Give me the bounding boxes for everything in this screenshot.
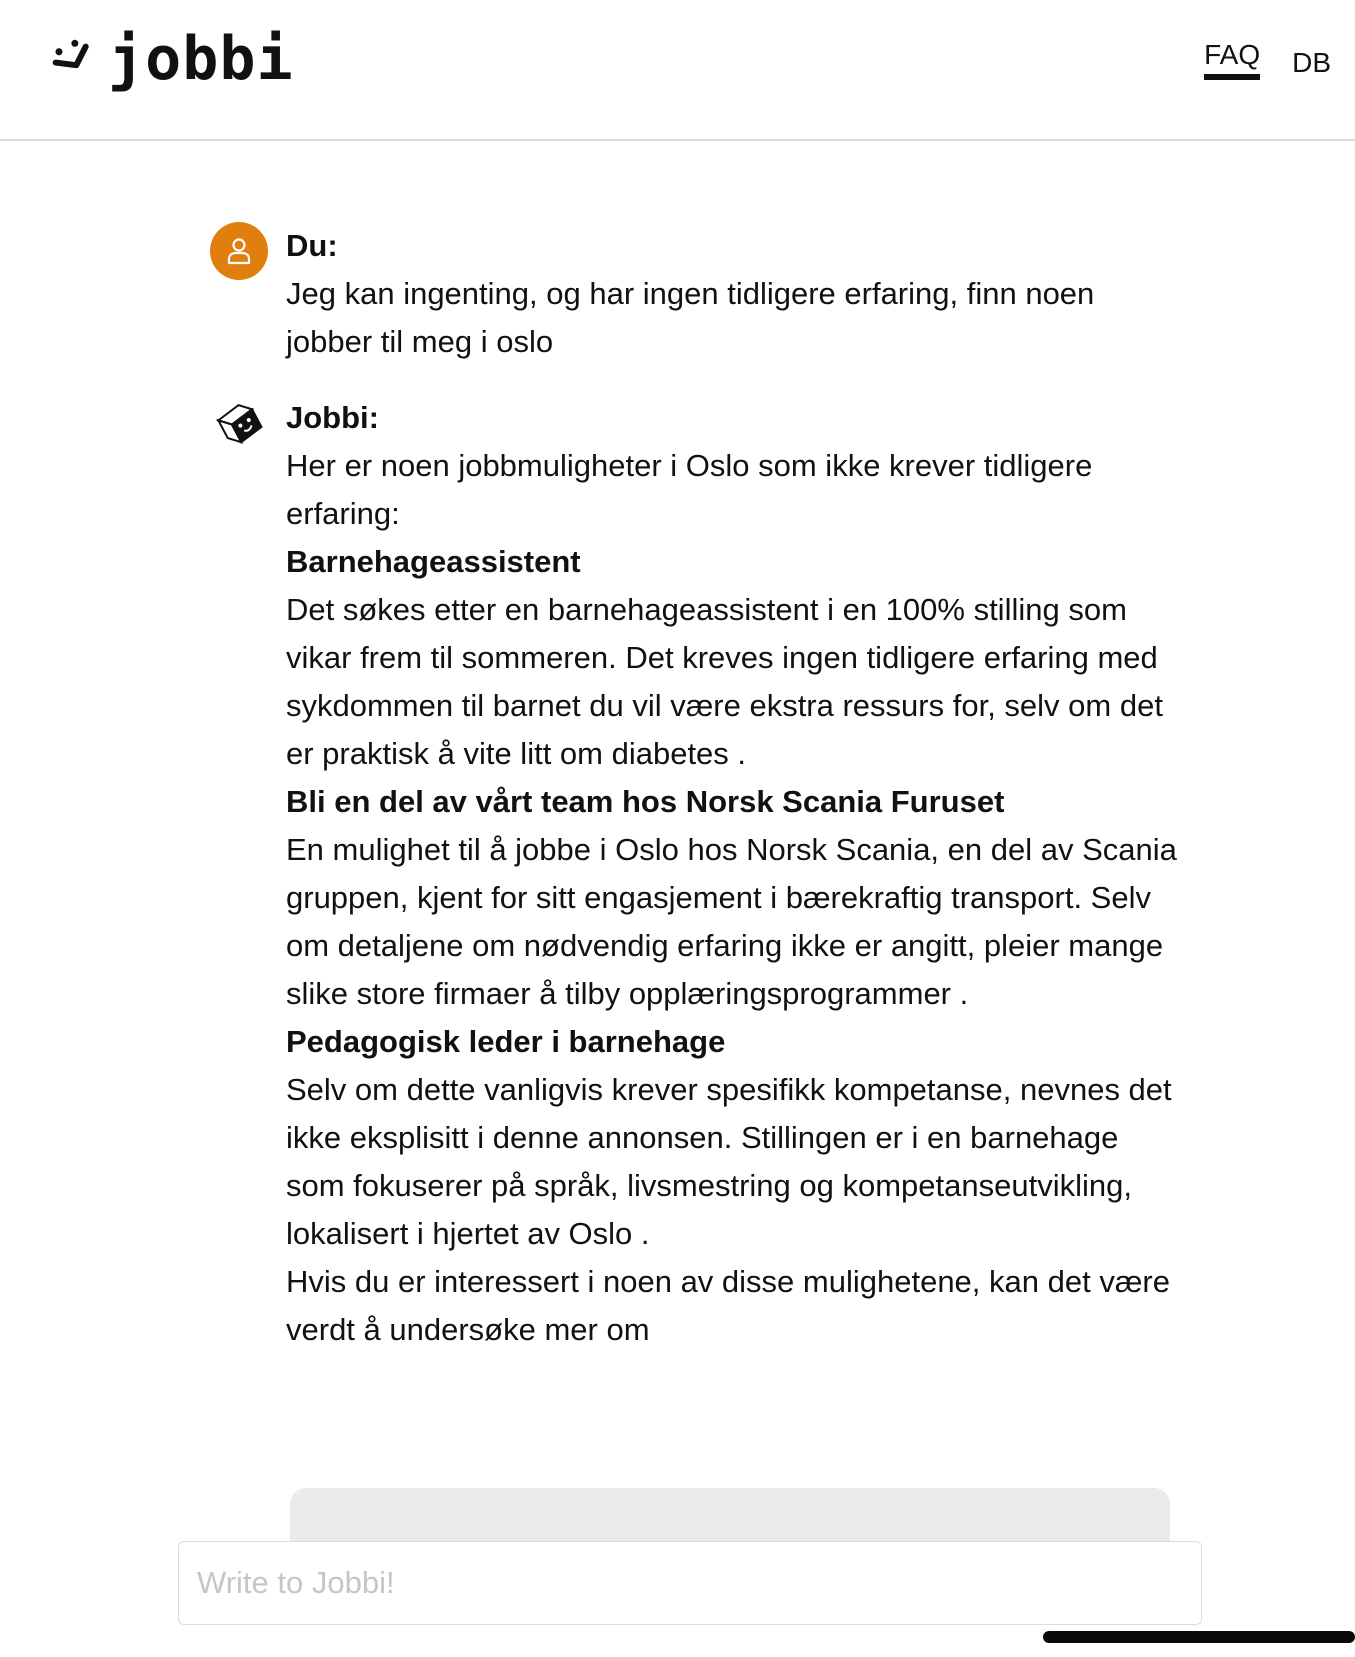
bot-message-body: Jobbi: Her er noen jobbmuligheter i Oslo…: [286, 394, 1180, 1354]
job-title: Pedagogisk leder i barnehage: [286, 1024, 726, 1059]
bot-avatar: [210, 394, 268, 452]
bot-outro: Hvis du er interessert i noen av disse m…: [286, 1264, 1170, 1347]
sender-name: Du:: [286, 228, 338, 263]
home-indicator[interactable]: [1043, 1631, 1355, 1643]
top-bar: jobbi FAQ DB: [0, 0, 1355, 141]
nav-faq-link[interactable]: FAQ: [1204, 38, 1261, 80]
jobbi-cube-icon: [216, 404, 263, 444]
bot-message: Jobbi: Her er noen jobbmuligheter i Oslo…: [210, 394, 1180, 1354]
jobbi-logo-icon: [52, 39, 89, 69]
job-description: Det søkes etter en barnehageassistent i …: [286, 592, 1163, 771]
message-text: Jeg kan ingenting, og har ingen tidliger…: [286, 276, 1095, 359]
nav-db-link[interactable]: DB: [1292, 46, 1331, 88]
job-description: En mulighet til å jobbe i Oslo hos Norsk…: [286, 832, 1177, 1011]
app-page: jobbi FAQ DB Du: Jeg kan ingenting, og h…: [0, 0, 1355, 1657]
logo-link[interactable]: jobbi: [50, 24, 294, 94]
job-title: Bli en del av vårt team hos Norsk Scania…: [286, 784, 1005, 819]
sender-name: Jobbi:: [286, 400, 379, 435]
job-title: Barnehageassistent: [286, 544, 581, 579]
chat-thread: Du: Jeg kan ingenting, og har ingen tidl…: [210, 222, 1180, 1382]
user-icon: [227, 238, 251, 265]
message-input[interactable]: [178, 1541, 1202, 1625]
bot-intro: Her er noen jobbmuligheter i Oslo som ik…: [286, 448, 1093, 531]
top-nav: FAQ DB: [1204, 38, 1331, 88]
user-message-body: Du: Jeg kan ingenting, og har ingen tidl…: [286, 222, 1180, 366]
job-description: Selv om dette vanligvis krever spesifikk…: [286, 1072, 1172, 1251]
user-avatar: [210, 222, 268, 280]
logo-text: jobbi: [108, 24, 294, 94]
user-message: Du: Jeg kan ingenting, og har ingen tidl…: [210, 222, 1180, 366]
